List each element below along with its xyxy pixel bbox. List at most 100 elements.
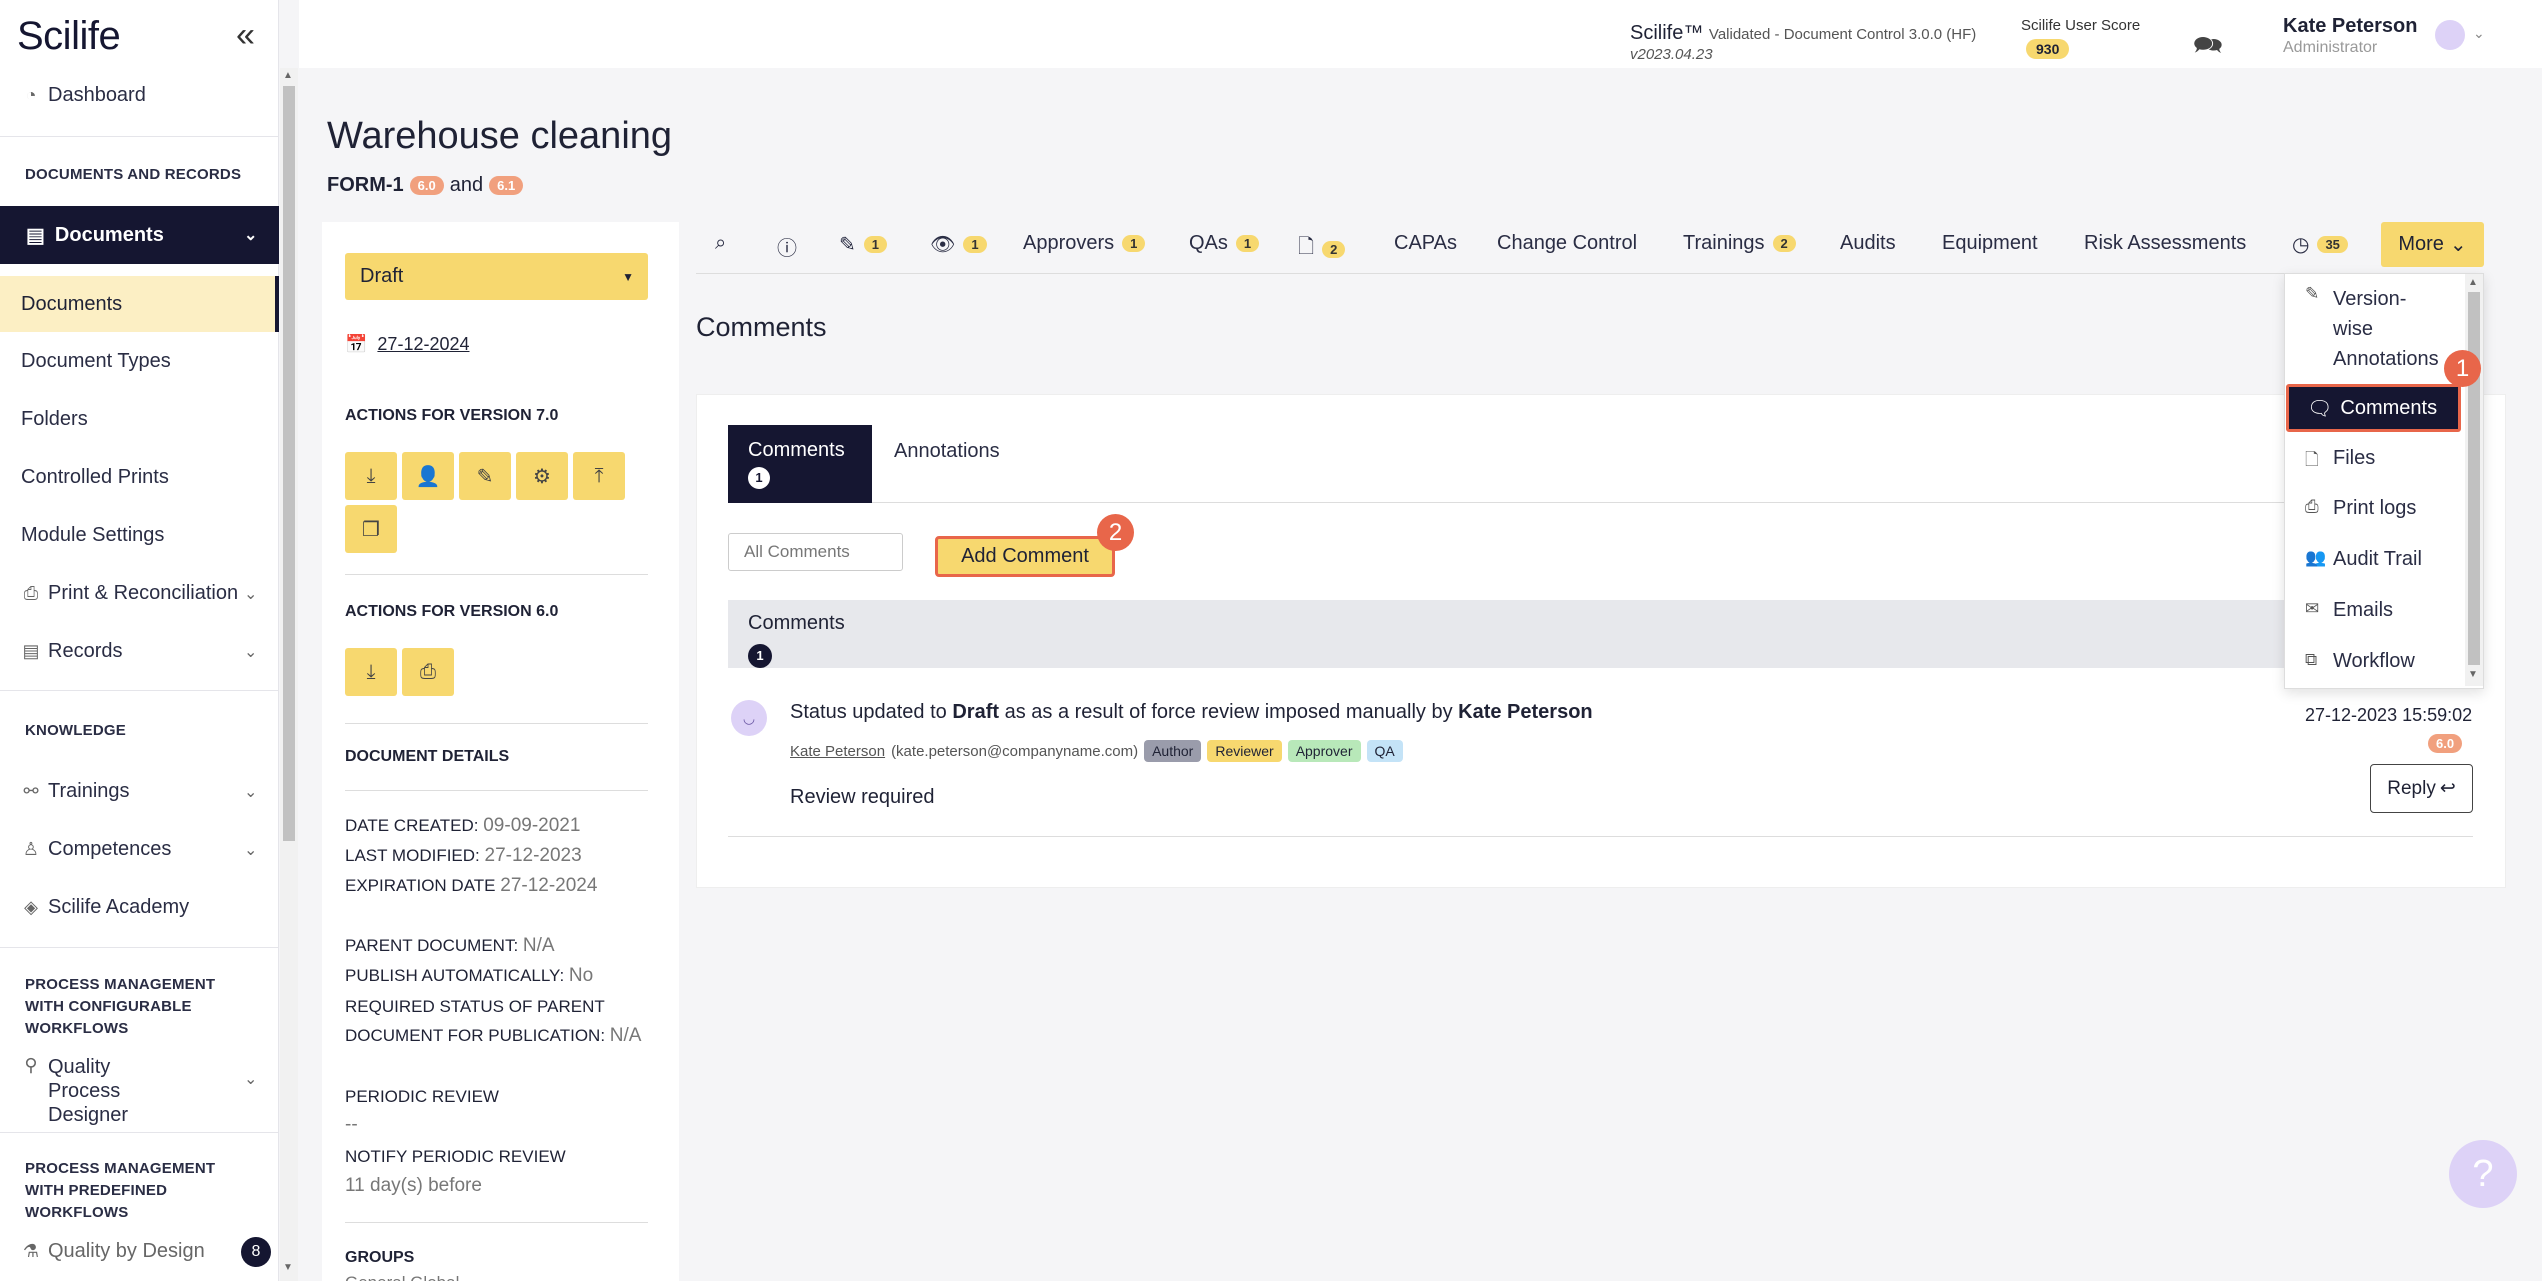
section-knowledge: KNOWLEDGE: [25, 722, 126, 739]
tab-change-control[interactable]: Change Control: [1497, 232, 1637, 255]
help-button[interactable]: ?: [2449, 1140, 2517, 1208]
comment-timestamp: 27-12-2023 15:59:02: [2305, 705, 2473, 725]
required-status-label: REQUIRED STATUS OF PARENT: [345, 997, 605, 1016]
sidebar-item-print-reconciliation[interactable]: ⎙ Print & Reconciliation ⌄: [22, 582, 258, 605]
tab-edit[interactable]: ✎ 1: [839, 232, 887, 257]
workflow-icon: ⧉: [2305, 650, 2318, 669]
comment-author: Kate Peterson (kate.peterson@companyname…: [790, 740, 1403, 762]
expiration-date-row[interactable]: 📅 27-12-2024: [345, 334, 470, 355]
user-role: Administrator: [2283, 39, 2378, 56]
sidebar-item-scilife-academy[interactable]: ◈ Scilife Academy: [22, 896, 189, 919]
sidebar-item-module-settings[interactable]: Module Settings: [21, 524, 164, 547]
tab-capas[interactable]: CAPAs: [1394, 232, 1457, 255]
sidebar-item-folders[interactable]: Folders: [21, 408, 88, 431]
scilife-logo[interactable]: Scilife: [17, 14, 121, 59]
chevron-down-icon: ⌄: [244, 227, 258, 244]
sidebar-item-dashboard[interactable]: ◔ Dashboard: [22, 84, 146, 107]
author-link[interactable]: Kate Peterson: [790, 743, 885, 760]
scroll-down-icon[interactable]: ▼: [2468, 669, 2478, 680]
print-button[interactable]: ⎙: [402, 648, 454, 696]
records-icon: ▤: [22, 641, 40, 661]
sidebar-scrollbar-thumb[interactable]: [283, 86, 295, 841]
chevron-down-icon[interactable]: ⌄: [2473, 25, 2485, 42]
sidebar-item-documents-group[interactable]: ▤ Documents ⌄: [0, 206, 279, 264]
periodic-review: --: [345, 1114, 358, 1135]
collapse-sidebar-icon[interactable]: «: [236, 16, 255, 55]
menu-item-files[interactable]: 🗋 Files: [2305, 447, 2375, 476]
copy-button[interactable]: ❐: [345, 505, 397, 553]
tab-history[interactable]: ◷ 35: [2292, 232, 2348, 257]
tab-approvers[interactable]: Approvers 1: [1023, 232, 1146, 255]
version-badge[interactable]: 6.0: [409, 176, 444, 195]
comment-title: Status updated to Draft as as a result o…: [790, 701, 1593, 723]
scroll-up-icon[interactable]: ▲: [2468, 277, 2478, 288]
status-select[interactable]: Draft ▼: [345, 253, 648, 300]
role-badge: Approver: [1287, 740, 1361, 762]
sidebar-item-controlled-prints[interactable]: Controlled Prints: [21, 466, 169, 489]
scroll-down-icon[interactable]: ▼: [283, 1262, 293, 1273]
menu-item-print-logs[interactable]: ⎙ Print logs: [2305, 497, 2416, 520]
tab-qas[interactable]: QAs 1: [1189, 232, 1260, 255]
dashboard-icon: ◔: [25, 85, 37, 105]
sidebar-item-competences[interactable]: ♙ Competences ⌄: [22, 838, 257, 861]
menu-item-comments[interactable]: 🗨 Comments: [2286, 384, 2461, 432]
users-icon: 👥: [2305, 548, 2327, 567]
tab-reviewers[interactable]: 👁 1: [930, 232, 987, 257]
info-icon: ⓘ: [777, 238, 797, 260]
user-score-badge[interactable]: 930: [2026, 39, 2070, 59]
tab-risk-assessments[interactable]: Risk Assessments: [2084, 232, 2246, 255]
sidebar-item-quality-by-design[interactable]: ⚗ Quality by Design: [22, 1240, 205, 1263]
tab-search[interactable]: ⌕: [715, 232, 726, 255]
groups-heading: GROUPS: [345, 1249, 415, 1266]
version-badge: 6.0: [2428, 734, 2463, 753]
edit-button[interactable]: ✎: [459, 452, 511, 500]
user-name[interactable]: Kate Peterson: [2283, 15, 2418, 38]
calendar-icon: 📅: [345, 334, 368, 354]
chevron-down-icon: ⌄: [2449, 234, 2467, 256]
tab-equipment[interactable]: Equipment: [1942, 232, 2038, 255]
sidebar-item-quality-process-designer[interactable]: ⚲ Quality Process Designer ⌄: [22, 1055, 257, 1127]
section-predefined-workflows: PROCESS MANAGEMENT WITH PREDEFINED WORKF…: [25, 1160, 216, 1221]
menu-item-emails[interactable]: ✉ Emails: [2305, 599, 2393, 622]
settings-button[interactable]: ⚙: [516, 452, 568, 500]
notify-periodic-label: NOTIFY PERIODIC REVIEW: [345, 1147, 566, 1166]
tab-audits[interactable]: Audits: [1840, 232, 1896, 255]
add-comment-button[interactable]: Add Comment: [935, 536, 1115, 577]
tab-comments[interactable]: Comments 1: [728, 425, 872, 503]
reply-button[interactable]: Reply ↩: [2370, 764, 2473, 813]
sidebar-item-document-types[interactable]: Document Types: [21, 350, 171, 373]
version-badge[interactable]: 6.1: [489, 176, 524, 195]
sidebar-item-label: Dashboard: [48, 84, 146, 106]
tab-annotations[interactable]: Annotations: [894, 440, 1000, 463]
sidebar-item-documents[interactable]: Documents: [0, 276, 279, 332]
tab-info[interactable]: ⓘ: [777, 232, 797, 261]
comments-filter-select[interactable]: All Comments: [728, 533, 903, 571]
sidebar-item-trainings[interactable]: ⚯ Trainings ⌄: [22, 780, 257, 803]
download-button[interactable]: ⤓: [345, 648, 397, 696]
periodic-review-label: PERIODIC REVIEW: [345, 1087, 499, 1106]
assign-user-button[interactable]: 👤: [402, 452, 454, 500]
last-modified: LAST MODIFIED: 27-12-2023: [345, 845, 582, 866]
expiration-date: EXPIRATION DATE 27-12-2024: [345, 875, 598, 896]
scroll-up-icon[interactable]: ▲: [283, 70, 293, 81]
download-button[interactable]: ⤓: [345, 452, 397, 500]
menu-item-workflow[interactable]: ⧉ Workflow: [2305, 650, 2415, 673]
process-designer-icon: ⚲: [24, 1055, 38, 1075]
dropdown-scrollbar-thumb[interactable]: [2468, 292, 2480, 665]
dumbbell-icon: ⚯: [23, 781, 39, 801]
chat-icon[interactable]: 🗪: [2193, 28, 2223, 69]
page-title: Warehouse cleaning: [327, 115, 673, 157]
menu-item-version-annotations[interactable]: ✎ Version-wise Annotations: [2305, 284, 2439, 374]
actions-v6-heading: ACTIONS FOR VERSION 6.0: [345, 603, 559, 620]
tab-files[interactable]: 🗋 2: [1298, 232, 1346, 266]
avatar[interactable]: [2435, 20, 2465, 50]
sidebar-item-records[interactable]: ▤ Records ⌄: [22, 640, 257, 663]
section-heading: Comments: [696, 312, 827, 342]
more-button[interactable]: More ⌄: [2381, 222, 2484, 267]
tab-trainings[interactable]: Trainings 2: [1683, 232, 1796, 255]
printer-icon: ⎙: [2305, 497, 2319, 516]
upload-button[interactable]: ⤒: [573, 452, 625, 500]
menu-item-audit-trail[interactable]: 👥 Audit Trail: [2305, 548, 2422, 571]
role-badge: QA: [1366, 740, 1403, 762]
printer-icon: ⎙: [23, 583, 39, 603]
